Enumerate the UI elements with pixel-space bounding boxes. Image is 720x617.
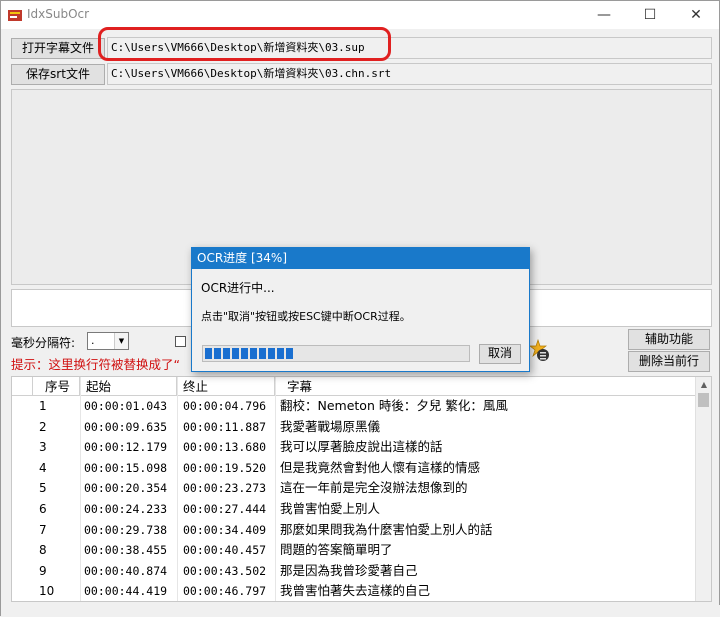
header-end[interactable]: 终止 — [177, 377, 275, 396]
table-row[interactable]: 1 00:00:01.043 00:00:04.796 翻校：Nemeton 時後：夕… — [12, 396, 696, 417]
cell-index: 7 — [39, 522, 47, 537]
cell-end: 00:00:40.457 — [183, 543, 267, 558]
dialog-instruction: 点击"取消"按钮或按ESC键中断OCR过程。 — [201, 310, 411, 323]
title-bar: IdxSubOcr — ☐ ✕ — [1, 1, 719, 29]
table-body: 1 00:00:01.043 00:00:04.796 翻校：Nemeton 時後：夕… — [12, 396, 696, 601]
ms-separator-label: 毫秒分隔符: — [11, 336, 76, 350]
table-row[interactable]: 5 00:00:20.354 00:00:23.273 這在一年前是完全沒辦法想像到的 — [12, 478, 696, 499]
dialog-title: OCR进度 [34%] — [192, 248, 529, 269]
table-row[interactable]: 8 00:00:38.455 00:00:40.457 問題的答案簡單明了 — [12, 540, 696, 561]
cell-subtitle: 那麼如果問我為什麼害怕愛上別人的話 — [280, 521, 493, 537]
table-row[interactable]: 4 00:00:15.098 00:00:19.520 但是我竟然會對他人懷有這樣的情… — [12, 458, 696, 479]
cell-subtitle: 我可以厚著臉皮說出這樣的話 — [280, 439, 443, 455]
cell-index: 9 — [39, 563, 47, 578]
progress-segment — [277, 348, 284, 359]
cell-end: 00:00:19.520 — [183, 460, 267, 475]
ocr-engine-icon[interactable] — [529, 339, 551, 363]
cell-end: 00:00:13.680 — [183, 440, 267, 455]
cell-subtitle: 那是因為我曾珍愛著自己 — [280, 562, 418, 578]
cell-index: 1 — [39, 399, 47, 413]
save-srt-button[interactable]: 保存srt文件 — [11, 64, 105, 85]
progress-segment — [268, 348, 275, 359]
option-checkbox[interactable] — [175, 336, 186, 347]
dialog-status: OCR进行中... — [201, 281, 275, 295]
header-index[interactable]: 序号 — [33, 377, 80, 396]
progress-segment — [223, 348, 230, 359]
highlight-annotation — [98, 27, 391, 61]
minimize-button[interactable]: — — [581, 1, 627, 29]
cell-index: 4 — [39, 460, 47, 475]
hint-text: 提示：这里换行符被替换成了“ — [11, 357, 180, 372]
cell-start: 00:00:24.233 — [84, 501, 168, 516]
header-start[interactable]: 起始 — [80, 377, 177, 396]
cell-start: 00:00:40.874 — [84, 563, 168, 578]
ocr-progress-bar — [202, 345, 470, 362]
cell-subtitle: 我愛著戰場原黑儀 — [280, 418, 381, 434]
cell-subtitle: 我曾害怕著失去這樣的自己 — [280, 583, 431, 599]
app-icon — [8, 10, 22, 21]
table-row[interactable]: 3 00:00:12.179 00:00:13.680 我可以厚著臉皮說出這樣的話 — [12, 437, 696, 458]
progress-segment — [286, 348, 293, 359]
close-button[interactable]: ✕ — [673, 1, 719, 29]
cell-subtitle: 翻校：Nemeton 時後：夕兒 繁化：風風 — [280, 398, 508, 413]
scroll-up-icon[interactable]: ▲ — [696, 377, 711, 393]
progress-segment — [205, 348, 212, 359]
srt-path-field[interactable]: C:\Users\VM666\Desktop\新增資料夾\03.chn.srt — [107, 63, 712, 85]
assist-function-button[interactable]: 辅助功能 — [628, 329, 710, 350]
progress-segment — [241, 348, 248, 359]
open-subtitle-button[interactable]: 打开字幕文件 — [11, 38, 105, 59]
progress-segment — [214, 348, 221, 359]
cell-subtitle: 問題的答案簡單明了 — [280, 542, 393, 558]
cell-start: 00:00:38.455 — [84, 543, 168, 558]
cell-index: 2 — [39, 419, 47, 434]
table-row[interactable]: 9 00:00:40.874 00:00:43.502 那是因為我曾珍愛著自己 — [12, 561, 696, 582]
cell-index: 10 — [39, 584, 55, 599]
progress-segment — [259, 348, 266, 359]
cell-start: 00:00:09.635 — [84, 419, 168, 434]
cell-end: 00:00:27.444 — [183, 501, 267, 516]
cell-start: 00:00:29.738 — [84, 522, 168, 537]
progress-segment — [232, 348, 239, 359]
cell-end: 00:00:04.796 — [183, 399, 267, 413]
table-scrollbar[interactable]: ▲ — [695, 377, 711, 601]
window-title: IdxSubOcr — [27, 7, 90, 21]
cell-end: 00:00:23.273 — [183, 481, 267, 496]
header-subtitle[interactable]: 字幕 — [275, 377, 696, 396]
cell-start: 00:00:20.354 — [84, 481, 168, 496]
ms-separator-value: . — [91, 334, 95, 347]
table-row[interactable]: 6 00:00:24.233 00:00:27.444 我曾害怕愛上別人 — [12, 499, 696, 520]
scroll-thumb[interactable] — [698, 393, 709, 407]
cell-start: 00:00:44.419 — [84, 584, 168, 599]
chevron-down-icon: ▼ — [114, 333, 128, 349]
table-row[interactable]: 7 00:00:29.738 00:00:34.409 那麼如果問我為什麼害怕愛上別人… — [12, 520, 696, 541]
cell-end: 00:00:11.887 — [183, 419, 267, 434]
cancel-button[interactable]: 取消 — [479, 344, 521, 364]
cell-index: 5 — [39, 481, 47, 496]
maximize-button[interactable]: ☐ — [627, 1, 673, 29]
cell-end: 00:00:46.797 — [183, 584, 267, 599]
cell-end: 00:00:43.502 — [183, 563, 267, 578]
ms-separator-select[interactable]: . ▼ — [87, 332, 129, 350]
cell-index: 8 — [39, 543, 47, 558]
cell-start: 00:00:01.043 — [84, 399, 168, 413]
cell-subtitle: 我曾害怕愛上別人 — [280, 500, 381, 516]
table-header: 序号 起始 终止 字幕 — [12, 377, 696, 396]
cell-subtitle: 這在一年前是完全沒辦法想像到的 — [280, 480, 468, 496]
table-row[interactable]: 2 00:00:09.635 00:00:11.887 我愛著戰場原黑儀 — [12, 417, 696, 438]
cell-index: 6 — [39, 501, 47, 516]
header-indicator — [12, 377, 33, 396]
cell-subtitle: 但是我竟然會對他人懷有這樣的情感 — [280, 459, 481, 475]
progress-segment — [250, 348, 257, 359]
ocr-progress-dialog: OCR进度 [34%] OCR进行中... 点击"取消"按钮或按ESC键中断OC… — [191, 247, 530, 372]
cell-start: 00:00:12.179 — [84, 440, 168, 455]
delete-current-row-button[interactable]: 删除当前行 — [628, 351, 710, 372]
cell-end: 00:00:34.409 — [183, 522, 267, 537]
main-window: IdxSubOcr — ☐ ✕ 打开字幕文件 C:\Users\VM666\De… — [0, 0, 720, 617]
subtitle-table[interactable]: 序号 起始 终止 字幕 1 00:00:01.043 00:00:04.796 翻校：… — [11, 376, 712, 602]
table-row[interactable]: 10 00:00:44.419 00:00:46.797 我曾害怕著失去這樣的自己 — [12, 581, 696, 601]
window-bottom-edge — [1, 605, 720, 617]
cell-index: 3 — [39, 440, 47, 455]
cell-start: 00:00:15.098 — [84, 460, 168, 475]
